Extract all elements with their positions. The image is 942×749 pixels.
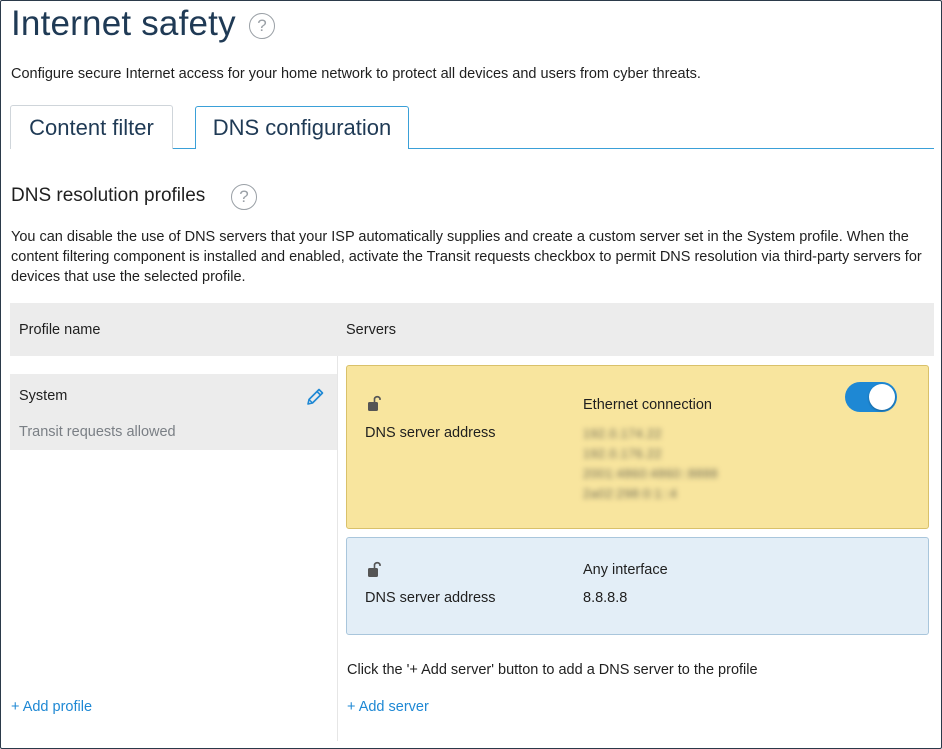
- server-card-any-interface[interactable]: DNS server address Any interface 8.8.8.8: [346, 537, 929, 635]
- dns-server-address-label: DNS server address: [365, 590, 496, 606]
- interface-name: Ethernet connection: [583, 397, 712, 413]
- add-server-link[interactable]: + Add server: [347, 699, 429, 715]
- server-card-ethernet[interactable]: DNS server address Ethernet connection 1…: [346, 365, 929, 529]
- pencil-icon[interactable]: [304, 386, 326, 408]
- dns-address: 2a02:298:0:1::4: [583, 487, 678, 501]
- tab-content-filter[interactable]: Content filter: [10, 105, 173, 149]
- tab-dns-configuration[interactable]: DNS configuration: [195, 106, 409, 149]
- dns-address: 192.0.174.22: [583, 427, 662, 441]
- profile-name: System: [19, 388, 68, 404]
- profile-row-system[interactable]: System Transit requests allowed: [10, 374, 337, 450]
- add-profile-link[interactable]: + Add profile: [11, 699, 92, 715]
- dns-address: 2001:4860:4860::8888: [583, 467, 719, 481]
- section-description: You can disable the use of DNS servers t…: [11, 229, 922, 285]
- column-header-profile-name: Profile name: [19, 322, 101, 338]
- server-enable-toggle[interactable]: [845, 382, 897, 412]
- dns-address: 8.8.8.8: [583, 590, 628, 606]
- add-server-hint: Click the '+ Add server' button to add a…: [347, 662, 758, 678]
- unlock-icon[interactable]: [367, 394, 381, 412]
- page-subtitle: Configure secure Internet access for you…: [11, 66, 701, 82]
- toggle-knob: [869, 384, 895, 410]
- column-header-servers: Servers: [346, 322, 396, 338]
- dns-address: 192.0.176.22: [583, 447, 662, 461]
- table-header: Profile name Servers: [10, 303, 934, 356]
- interface-name: Any interface: [583, 562, 668, 578]
- help-icon[interactable]: ?: [249, 13, 275, 39]
- unlock-icon[interactable]: [367, 560, 381, 578]
- help-icon[interactable]: ?: [231, 184, 257, 210]
- dns-address-list: 192.0.174.22 192.0.176.22 2001:4860:4860…: [583, 424, 718, 504]
- column-divider: [337, 356, 338, 741]
- section-title: DNS resolution profiles: [11, 185, 206, 206]
- page-title: Internet safety: [11, 4, 236, 43]
- profile-status: Transit requests allowed: [19, 424, 176, 440]
- dns-server-address-label: DNS server address: [365, 425, 496, 441]
